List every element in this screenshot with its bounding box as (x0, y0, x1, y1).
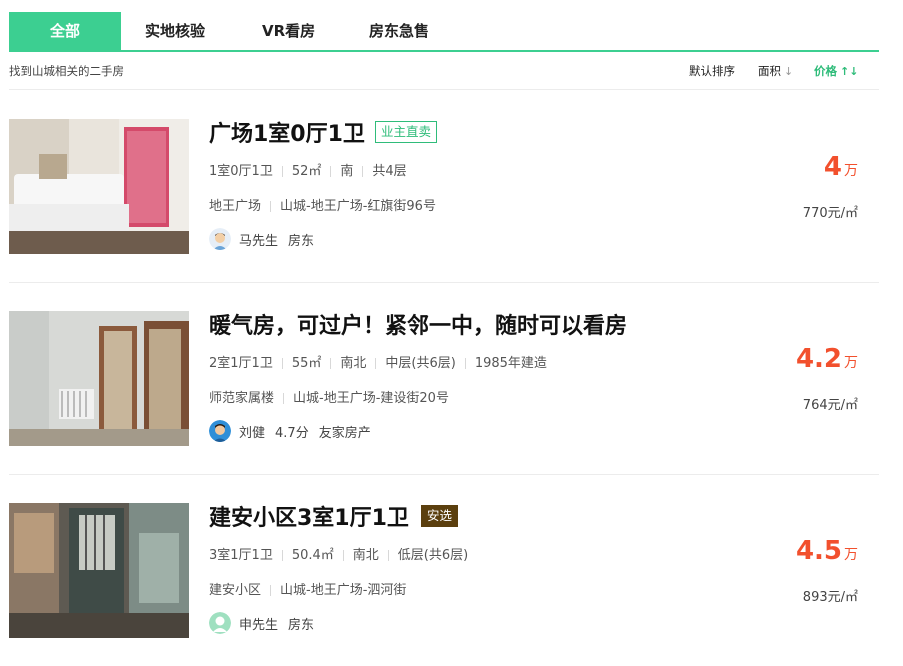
listing-location: 师范家属楼 山城-地王广场-建设街20号 (209, 387, 449, 406)
spec-orientation: 南北 (352, 548, 379, 563)
listing-title-row: 广场1室0厅1卫 业主直卖 (209, 116, 437, 148)
price-value: 4.2 (795, 344, 842, 374)
divider (270, 585, 272, 596)
spec-orientation: 南北 (340, 356, 367, 371)
listing-photo[interactable] (9, 119, 189, 254)
divider (362, 166, 364, 177)
divider (375, 358, 377, 369)
community-link[interactable]: 师范家属楼 (209, 391, 274, 406)
agent-info: 申先生 房东 (209, 612, 324, 636)
total-price: 4.2 万 (796, 344, 858, 374)
sort-area-button[interactable]: 面积 ↓ (758, 63, 793, 79)
agent-info: 刘健 4.7分 友家房产 (209, 420, 381, 444)
owner-direct-badge: 业主直卖 (374, 121, 437, 143)
avatar[interactable] (209, 420, 231, 442)
listing-card: 暖气房，可过户！紧邻一中，随时可以看房 2室1厅1卫 55㎡ 南北 中层(共6层) 19… (9, 294, 879, 475)
listing-location: 建安小区 山城-地王广场-泗河街 (209, 579, 406, 598)
sort-default-button[interactable]: 默认排序 (689, 63, 735, 79)
listing-title[interactable]: 建安小区3室1厅1卫 (209, 500, 409, 532)
spec-layout: 3室1厅1卫 (209, 548, 273, 563)
address-text: 山城-地王广场-建设街20号 (293, 391, 449, 406)
unit-price: 893元/㎡ (802, 590, 858, 605)
divider (330, 166, 332, 177)
agent-name[interactable]: 刘健 (239, 422, 265, 441)
divider (342, 550, 344, 561)
arrow-down-icon: ↓ (784, 65, 794, 78)
listing-photo[interactable] (9, 311, 189, 446)
price-value: 4.5 (795, 536, 842, 566)
listing-photo[interactable] (9, 503, 189, 638)
filter-tabs: 全部 实地核验 VR看房 房东急售 (9, 12, 879, 52)
agent-name[interactable]: 申先生 (239, 614, 278, 633)
price-value: 4 (823, 152, 842, 182)
agent-name[interactable]: 马先生 (239, 230, 278, 249)
result-summary: 找到山城相关的二手房 (9, 64, 124, 78)
listing-title[interactable]: 暖气房，可过户！紧邻一中，随时可以看房 (209, 308, 627, 340)
spec-floor: 中层(共6层) (385, 356, 456, 371)
listing-location: 地王广场 山城-地王广场-红旗街96号 (209, 195, 436, 214)
divider (281, 166, 283, 177)
spec-area: 50.4㎡ (291, 548, 334, 563)
unit-price: 770元/㎡ (802, 206, 858, 221)
tab-all[interactable]: 全部 (9, 12, 121, 50)
divider (387, 550, 389, 561)
spec-year: 1985年建造 (474, 356, 547, 371)
spec-layout: 2室1厅1卫 (209, 356, 273, 371)
listing-title-row: 建安小区3室1厅1卫 安选 (209, 500, 458, 532)
agent-role: 房东 (288, 233, 315, 249)
divider (330, 358, 332, 369)
result-sort-bar: 找到山城相关的二手房 默认排序 面积 ↓ 价格 ↑↓ (9, 52, 879, 90)
tab-verified[interactable]: 实地核验 (145, 12, 205, 50)
spec-orientation: 南 (340, 164, 354, 179)
agent-company: 友家房产 (318, 425, 371, 441)
unit-price: 764元/㎡ (802, 398, 858, 413)
spec-area: 55㎡ (291, 356, 322, 371)
address-text: 山城-地王广场-泗河街 (280, 583, 407, 598)
address-text: 山城-地王广场-红旗街96号 (280, 199, 436, 214)
listing-specs: 1室0厅1卫 52㎡ 南 共4层 (209, 160, 407, 179)
agent-score: 4.7分 (275, 425, 309, 441)
total-price: 4万 (824, 152, 858, 182)
tab-urgent-sale[interactable]: 房东急售 (369, 12, 429, 50)
spec-floor: 低层(共6层) (397, 548, 469, 563)
tab-vr[interactable]: VR看房 (262, 12, 315, 50)
divider (281, 550, 283, 561)
sort-price-label: 价格 (814, 64, 837, 78)
spec-layout: 1室0厅1卫 (209, 164, 273, 179)
spec-area: 52㎡ (291, 164, 322, 179)
price-unit: 万 (844, 355, 858, 371)
anxuan-badge: 安选 (420, 505, 458, 527)
listing-specs: 3室1厅1卫 50.4㎡ 南北 低层(共6层) (209, 544, 468, 563)
divider (283, 393, 285, 404)
listing-specs: 2室1厅1卫 55㎡ 南北 中层(共6层) 1985年建造 (209, 352, 547, 371)
agent-info: 马先生 房东 (209, 228, 324, 252)
divider (270, 201, 272, 212)
divider (464, 358, 466, 369)
avatar[interactable] (209, 612, 231, 634)
spec-floor: 共4层 (372, 164, 407, 179)
listing-title-row: 暖气房，可过户！紧邻一中，随时可以看房 (209, 308, 627, 340)
community-link[interactable]: 地王广场 (209, 199, 261, 214)
price-unit: 万 (844, 547, 858, 563)
avatar[interactable] (209, 228, 231, 250)
listing-card: 建安小区3室1厅1卫 安选 3室1厅1卫 50.4㎡ 南北 低层(共6层) 建安小区 山城… (9, 486, 879, 656)
agent-role: 房东 (288, 617, 315, 633)
price-unit: 万 (844, 163, 858, 179)
sort-default-label: 默认排序 (689, 64, 735, 78)
community-link[interactable]: 建安小区 (209, 583, 261, 598)
sort-toggle-icon: ↑↓ (840, 65, 859, 78)
total-price: 4.5 万 (796, 536, 858, 566)
divider (281, 358, 283, 369)
sort-area-label: 面积 (758, 64, 781, 78)
sort-price-button[interactable]: 价格 ↑↓ (814, 63, 858, 79)
listing-card: 广场1室0厅1卫 业主直卖 1室0厅1卫 52㎡ 南 共4层 地王广场 山城-地王广场-红… (9, 102, 879, 283)
listing-title[interactable]: 广场1室0厅1卫 (209, 116, 365, 148)
